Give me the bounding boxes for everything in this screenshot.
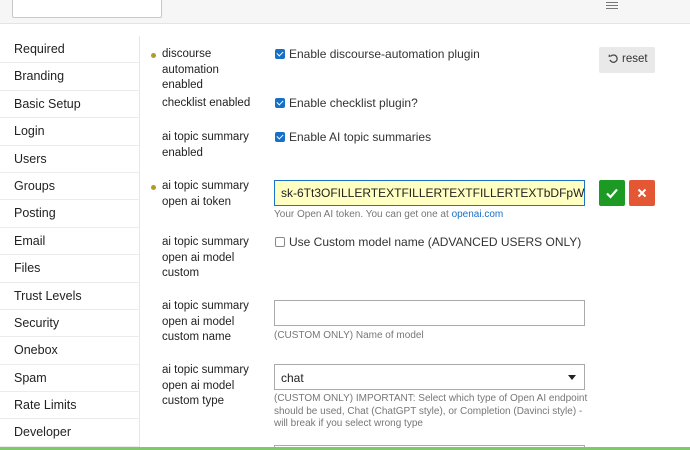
settings-category-sidebar: Required Branding Basic Setup Login User… <box>0 36 140 450</box>
openai-link[interactable]: openai.com <box>452 209 504 220</box>
sidebar-item-trust-levels[interactable]: Trust Levels <box>0 283 139 310</box>
sidebar-item-developer[interactable]: Developer <box>0 419 139 447</box>
checkbox-label: Use Custom model name (ADVANCED USERS ON… <box>289 235 582 249</box>
modified-indicator-dot <box>151 185 156 190</box>
checklist-checkbox[interactable] <box>275 98 285 108</box>
setting-label: checklist enabled <box>162 97 251 109</box>
sidebar-item-posting[interactable]: Posting <box>0 200 139 228</box>
checkbox-label: Enable checklist plugin? <box>289 96 418 110</box>
sidebar-item-security[interactable]: Security <box>0 310 139 338</box>
ai-summary-checkbox[interactable] <box>275 132 285 142</box>
sidebar-item-label: Branding <box>14 69 65 84</box>
undo-icon <box>608 54 618 63</box>
cancel-button[interactable] <box>629 180 655 206</box>
checkmark-icon <box>606 188 618 199</box>
setting-label: ai topic summary open ai model custom na… <box>162 300 249 343</box>
openai-token-input[interactable]: sk-6Tt3OFILLERTEXTFILLERTEXTFILLERTEXTbD… <box>274 180 585 206</box>
sidebar-item-basic-setup[interactable]: Basic Setup <box>0 91 139 119</box>
reset-label: reset <box>622 53 648 65</box>
sidebar-item-branding[interactable]: Branding <box>0 63 139 91</box>
sidebar-item-login[interactable]: Login <box>0 118 139 146</box>
sidebar-item-label: Developer <box>14 425 71 440</box>
sidebar-item-label: Email <box>14 233 46 248</box>
sidebar-item-email[interactable]: Email <box>0 228 139 256</box>
checkbox-label: Enable discourse-automation plugin <box>289 47 480 61</box>
sidebar-item-label: Login <box>14 124 45 139</box>
sidebar-item-label: Files <box>14 261 41 276</box>
sidebar-item-required[interactable]: Required <box>0 36 139 64</box>
sidebar-item-label: Posting <box>14 206 56 221</box>
description-text: Your Open AI token. You can get one at <box>274 209 449 220</box>
sidebar-item-label: Basic Setup <box>14 96 81 111</box>
save-button[interactable] <box>599 180 625 206</box>
model-type-select[interactable]: chat <box>274 364 585 390</box>
setting-label: ai topic summary open ai token <box>162 180 249 208</box>
sidebar-item-groups[interactable]: Groups <box>0 173 139 201</box>
sidebar-item-label: Users <box>14 151 47 166</box>
sidebar-item-label: Rate Limits <box>14 398 77 413</box>
settings-filter-input[interactable] <box>12 0 162 18</box>
reset-button[interactable]: reset <box>599 47 655 73</box>
checkbox-label: Enable AI topic summaries <box>289 130 432 144</box>
sidebar-item-files[interactable]: Files <box>0 255 139 283</box>
model-name-input[interactable] <box>274 300 585 326</box>
setting-label: discourse automation enabled <box>162 48 219 91</box>
menu-lines-icon[interactable] <box>606 2 618 11</box>
setting-label: ai topic summary open ai model custom <box>162 236 249 279</box>
setting-description: (CUSTOM ONLY) Name of model <box>274 330 424 341</box>
select-value: chat <box>281 371 304 385</box>
sidebar-item-users[interactable]: Users <box>0 146 139 173</box>
custom-model-checkbox[interactable] <box>275 237 285 247</box>
sidebar-item-spam[interactable]: Spam <box>0 365 139 393</box>
sidebar-item-label: Trust Levels <box>14 288 82 303</box>
settings-list: discourse automation enabled Enable disc… <box>140 24 690 450</box>
modified-indicator-dot <box>151 53 156 58</box>
top-bar <box>0 0 690 24</box>
setting-label: ai topic summary enabled <box>162 131 249 159</box>
close-icon <box>637 188 647 198</box>
sidebar-item-label: Groups <box>14 178 55 193</box>
setting-description: (CUSTOM ONLY) IMPORTANT: Select which ty… <box>274 393 588 429</box>
sidebar-item-label: Spam <box>14 370 47 385</box>
setting-description: Your Open AI token. You can get one at o… <box>274 209 594 222</box>
sidebar-item-label: Required <box>14 42 65 56</box>
automation-checkbox[interactable] <box>275 49 285 59</box>
setting-label: ai topic summary open ai model custom ty… <box>162 364 249 407</box>
sidebar-item-onebox[interactable]: Onebox <box>0 337 139 365</box>
sidebar-item-label: Onebox <box>14 343 58 358</box>
sidebar-item-rate-limits[interactable]: Rate Limits <box>0 392 139 420</box>
sidebar-item-label: Security <box>14 315 60 330</box>
caret-down-icon <box>568 375 576 380</box>
